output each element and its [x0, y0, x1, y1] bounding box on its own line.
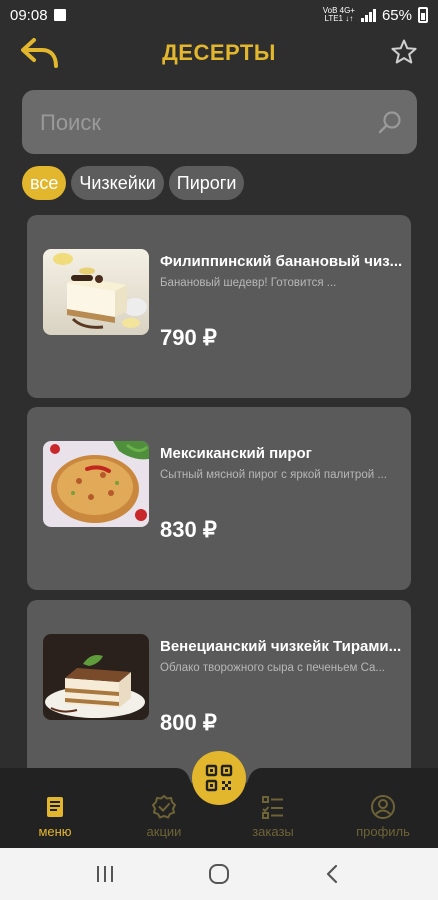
page-title: ДЕСЕРТЫ	[162, 40, 276, 65]
status-time: 09:08	[10, 6, 48, 24]
network-indicator: VoB 4G+ LTE1 ↓↑	[323, 7, 355, 23]
filter-chip-pies[interactable]: Пироги	[168, 166, 245, 200]
checklist-icon	[262, 796, 283, 819]
nav-item-orders[interactable]: заказы	[233, 794, 313, 839]
network-bottom-text: LTE1 ↓↑	[324, 14, 354, 23]
nav-label-orders: заказы	[252, 824, 294, 839]
search-input[interactable]: Поиск	[22, 90, 417, 154]
home-icon[interactable]	[207, 864, 231, 884]
search-placeholder: Поиск	[40, 110, 101, 135]
badge-check-icon	[151, 794, 177, 819]
search-icon[interactable]	[377, 109, 403, 135]
product-price: 790 ₽	[160, 325, 217, 350]
recent-apps-icon[interactable]	[93, 864, 117, 884]
nav-label-profile: профиль	[356, 824, 410, 839]
status-bar: 09:08 VoB 4G+ LTE1 ↓↑ 65%	[0, 0, 438, 30]
banana-cheesecake-photo	[43, 249, 149, 335]
product-card[interactable]: Филиппинский банановый чиз... Банановый …	[27, 215, 411, 398]
system-navigation-bar	[0, 848, 438, 900]
nav-item-promotions[interactable]: акции	[124, 794, 204, 839]
nav-item-profile[interactable]: профиль	[343, 794, 423, 839]
battery-icon	[418, 7, 428, 23]
favorite-button[interactable]	[390, 38, 418, 66]
signal-icon	[360, 8, 376, 22]
product-description: Сытный мясной пирог с яркой палитрой ...	[160, 469, 387, 481]
image-notification-icon	[53, 9, 66, 21]
header: ДЕСЕРТЫ	[0, 30, 438, 76]
mexican-pie-photo	[43, 441, 149, 527]
tiramisu-cheesecake-photo	[43, 634, 149, 720]
nav-item-menu[interactable]: меню	[15, 794, 95, 839]
menu-book-icon	[47, 797, 63, 817]
star-icon	[391, 39, 417, 64]
filter-chips: все Чизкейки Пироги	[22, 166, 245, 200]
nav-label-promotions: акции	[146, 824, 182, 839]
product-name: Филиппинский банановый чиз...	[160, 253, 403, 270]
product-price: 800 ₽	[160, 710, 217, 735]
nav-label-menu: меню	[38, 824, 72, 839]
product-name: Венецианский чизкейк Тирами...	[160, 638, 402, 655]
filter-chip-cheesecakes[interactable]: Чизкейки	[71, 166, 164, 200]
product-description: Облако творожного сыра с печеньем Са...	[160, 662, 385, 674]
filter-chip-all[interactable]: все	[22, 166, 67, 200]
product-price: 830 ₽	[160, 517, 217, 542]
battery-percent: 65%	[381, 6, 412, 24]
back-system-icon[interactable]	[321, 864, 345, 884]
bottom-navigation: меню акции заказы профиль	[0, 751, 438, 848]
product-card[interactable]: Мексиканский пирог Сытный мясной пирог с…	[27, 407, 411, 590]
product-name: Мексиканский пирог	[160, 445, 312, 462]
profile-icon	[371, 795, 395, 819]
product-description: Банановый шедевр! Готовится ...	[160, 277, 337, 289]
